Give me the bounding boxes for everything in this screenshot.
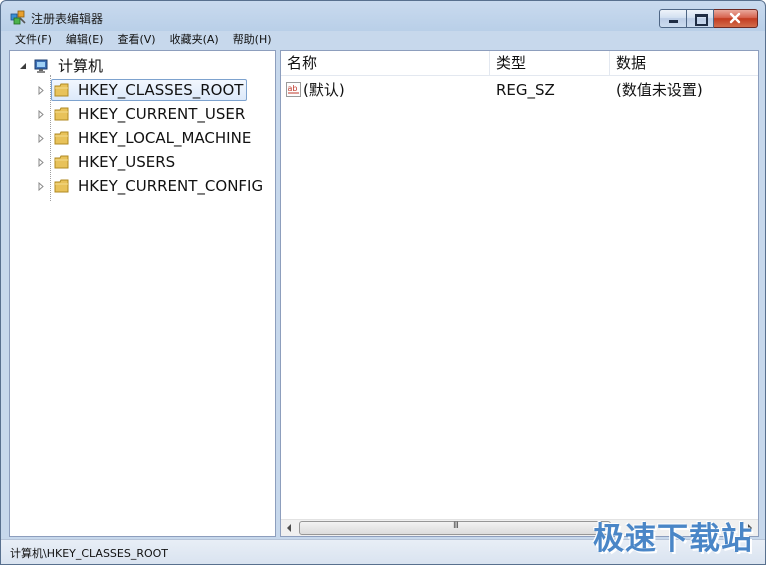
- expand-arrow-icon[interactable]: [37, 86, 46, 95]
- tree-item-hkey-current-user[interactable]: HKEY_CURRENT_USER: [37, 103, 248, 125]
- watermark-text: 极速下载站: [593, 521, 753, 557]
- tree-item-label: HKEY_USERS: [78, 153, 176, 171]
- column-header-type[interactable]: 类型: [490, 51, 610, 76]
- tree-item-hkey-current-config[interactable]: HKEY_CURRENT_CONFIG: [37, 175, 266, 197]
- folder-icon: [54, 155, 69, 169]
- column-header-data[interactable]: 数据: [610, 51, 758, 76]
- svg-text:ab: ab: [288, 84, 298, 93]
- folder-icon: [54, 107, 69, 121]
- expand-arrow-icon[interactable]: [37, 182, 46, 191]
- tree-item-hkey-classes-root[interactable]: HKEY_CLASSES_ROOT: [37, 79, 248, 101]
- computer-icon: [34, 59, 48, 73]
- menu-file[interactable]: 文件(F): [8, 31, 59, 49]
- scroll-left-arrow-icon[interactable]: [281, 520, 298, 536]
- expand-arrow-icon[interactable]: [37, 110, 46, 119]
- value-name: (默认): [303, 81, 345, 99]
- values-list-pane[interactable]: 名称 类型 数据 ab (默认) REG_SZ (数值未设置) III: [280, 50, 759, 537]
- column-header-name[interactable]: 名称: [281, 51, 490, 76]
- expand-arrow-icon[interactable]: [37, 158, 46, 167]
- menu-edit[interactable]: 编辑(E): [59, 31, 111, 49]
- key-tree-pane[interactable]: 计算机 HKEY_CLASSES_ROOT HKEY_CURRENT_USER …: [9, 50, 276, 537]
- maximize-button[interactable]: [687, 9, 714, 28]
- tree-item-label: HKEY_CURRENT_CONFIG: [78, 177, 264, 195]
- close-icon: [729, 12, 741, 24]
- menu-help[interactable]: 帮助(H): [226, 31, 279, 49]
- caption-buttons: [659, 9, 758, 28]
- minimize-button[interactable]: [659, 9, 687, 28]
- list-header: 名称 类型 数据: [281, 51, 758, 76]
- window-title: 注册表编辑器: [31, 12, 104, 26]
- folder-icon: [54, 131, 69, 145]
- tree-item-hkey-local-machine[interactable]: HKEY_LOCAL_MACHINE: [37, 127, 254, 149]
- expand-arrow-icon[interactable]: [37, 134, 46, 143]
- value-type: REG_SZ: [496, 81, 555, 99]
- regedit-window: 注册表编辑器 文件(F) 编辑(E) 查看(V) 收藏夹(A) 帮助(H) 计算…: [0, 0, 766, 565]
- tree-root-label: 计算机: [58, 57, 104, 75]
- tree-root-computer[interactable]: 计算机: [19, 55, 106, 77]
- menu-bar: 文件(F) 编辑(E) 查看(V) 收藏夹(A) 帮助(H): [8, 31, 758, 49]
- menu-view[interactable]: 查看(V): [110, 31, 162, 49]
- scrollbar-thumb[interactable]: III: [299, 521, 611, 535]
- value-data: (数值未设置): [616, 81, 703, 99]
- string-value-icon: ab: [286, 82, 301, 97]
- title-bar[interactable]: 注册表编辑器: [1, 1, 765, 31]
- folder-icon: [54, 179, 69, 193]
- menu-favorites[interactable]: 收藏夹(A): [163, 31, 226, 49]
- close-button[interactable]: [714, 9, 758, 28]
- tree-item-label: HKEY_CLASSES_ROOT: [78, 81, 244, 99]
- folder-icon: [54, 83, 69, 97]
- collapse-arrow-icon[interactable]: [19, 62, 28, 71]
- thumb-grip: III: [453, 521, 459, 531]
- tree-item-label: HKEY_LOCAL_MACHINE: [78, 129, 252, 147]
- value-row-default[interactable]: ab (默认) REG_SZ (数值未设置): [281, 79, 758, 101]
- regedit-app-icon: [10, 10, 26, 25]
- tree-item-hkey-users[interactable]: HKEY_USERS: [37, 151, 178, 173]
- tree-item-label: HKEY_CURRENT_USER: [78, 105, 246, 123]
- status-path: 计算机\HKEY_CLASSES_ROOT: [10, 547, 169, 560]
